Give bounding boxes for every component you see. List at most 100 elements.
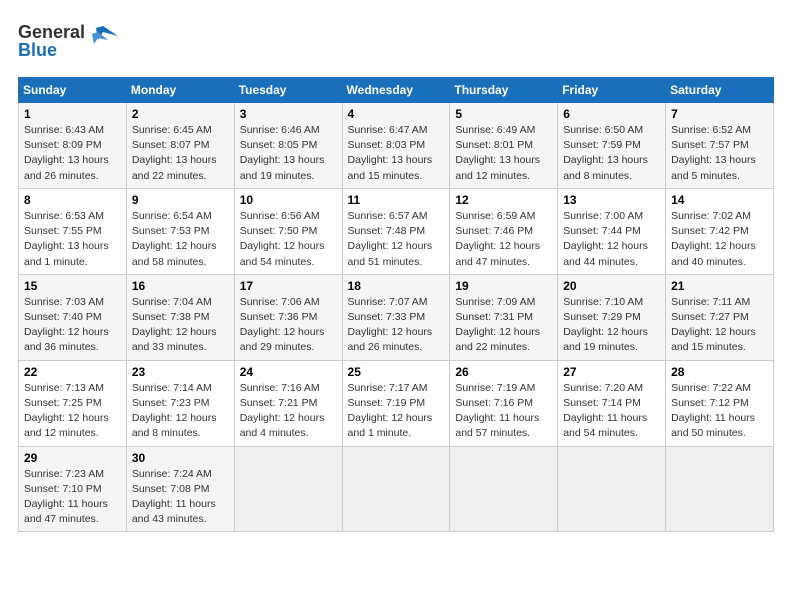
- day-info: Sunrise: 7:07 AM Sunset: 7:33 PM Dayligh…: [348, 295, 445, 356]
- logo-svg: General Blue: [18, 18, 128, 62]
- col-header-friday: Friday: [558, 78, 666, 103]
- day-cell: 27 Sunrise: 7:20 AM Sunset: 7:14 PM Dayli…: [558, 360, 666, 446]
- day-number: 2: [132, 107, 229, 121]
- day-cell: 30 Sunrise: 7:24 AM Sunset: 7:08 PM Dayli…: [126, 446, 234, 532]
- day-number: 22: [24, 365, 121, 379]
- day-number: 8: [24, 193, 121, 207]
- logo: General Blue: [18, 18, 128, 67]
- day-cell: 26 Sunrise: 7:19 AM Sunset: 7:16 PM Dayli…: [450, 360, 558, 446]
- day-info: Sunrise: 6:57 AM Sunset: 7:48 PM Dayligh…: [348, 209, 445, 270]
- day-cell: 24 Sunrise: 7:16 AM Sunset: 7:21 PM Dayli…: [234, 360, 342, 446]
- calendar-table: SundayMondayTuesdayWednesdayThursdayFrid…: [18, 77, 774, 532]
- day-number: 10: [240, 193, 337, 207]
- day-number: 24: [240, 365, 337, 379]
- day-cell: [342, 446, 450, 532]
- day-info: Sunrise: 7:22 AM Sunset: 7:12 PM Dayligh…: [671, 381, 768, 442]
- day-info: Sunrise: 6:59 AM Sunset: 7:46 PM Dayligh…: [455, 209, 552, 270]
- col-header-thursday: Thursday: [450, 78, 558, 103]
- day-cell: 14 Sunrise: 7:02 AM Sunset: 7:42 PM Dayli…: [666, 188, 774, 274]
- week-row-1: 1 Sunrise: 6:43 AM Sunset: 8:09 PM Daylig…: [19, 103, 774, 189]
- day-cell: 18 Sunrise: 7:07 AM Sunset: 7:33 PM Dayli…: [342, 274, 450, 360]
- day-number: 16: [132, 279, 229, 293]
- day-info: Sunrise: 6:52 AM Sunset: 7:57 PM Dayligh…: [671, 123, 768, 184]
- day-cell: 7Sunrise: 6:52 AM Sunset: 7:57 PM Daylig…: [666, 103, 774, 189]
- day-number: 27: [563, 365, 660, 379]
- day-number: 11: [348, 193, 445, 207]
- day-info: Sunrise: 7:10 AM Sunset: 7:29 PM Dayligh…: [563, 295, 660, 356]
- week-row-4: 22 Sunrise: 7:13 AM Sunset: 7:25 PM Dayli…: [19, 360, 774, 446]
- day-info: Sunrise: 7:04 AM Sunset: 7:38 PM Dayligh…: [132, 295, 229, 356]
- day-number: 3: [240, 107, 337, 121]
- day-info: Sunrise: 7:16 AM Sunset: 7:21 PM Dayligh…: [240, 381, 337, 442]
- day-cell-1: 1 Sunrise: 6:43 AM Sunset: 8:09 PM Daylig…: [19, 103, 127, 189]
- day-info: Sunrise: 7:20 AM Sunset: 7:14 PM Dayligh…: [563, 381, 660, 442]
- day-cell: 25Sunrise: 7:17 AM Sunset: 7:19 PM Dayli…: [342, 360, 450, 446]
- day-cell: 23Sunrise: 7:14 AM Sunset: 7:23 PM Dayli…: [126, 360, 234, 446]
- day-number: 21: [671, 279, 768, 293]
- day-number: 4: [348, 107, 445, 121]
- day-number: 18: [348, 279, 445, 293]
- day-info: Sunrise: 7:17 AM Sunset: 7:19 PM Dayligh…: [348, 381, 445, 442]
- day-number: 6: [563, 107, 660, 121]
- day-cell: 8 Sunrise: 6:53 AM Sunset: 7:55 PM Daylig…: [19, 188, 127, 274]
- day-number: 17: [240, 279, 337, 293]
- day-info: Sunrise: 6:47 AM Sunset: 8:03 PM Dayligh…: [348, 123, 445, 184]
- day-number: 20: [563, 279, 660, 293]
- day-info: Sunrise: 7:14 AM Sunset: 7:23 PM Dayligh…: [132, 381, 229, 442]
- day-cell: [450, 446, 558, 532]
- day-info: Sunrise: 7:23 AM Sunset: 7:10 PM Dayligh…: [24, 467, 121, 528]
- week-row-3: 15Sunrise: 7:03 AM Sunset: 7:40 PM Dayli…: [19, 274, 774, 360]
- day-cell: 5Sunrise: 6:49 AM Sunset: 8:01 PM Daylig…: [450, 103, 558, 189]
- day-cell: 22 Sunrise: 7:13 AM Sunset: 7:25 PM Dayli…: [19, 360, 127, 446]
- day-info: Sunrise: 6:46 AM Sunset: 8:05 PM Dayligh…: [240, 123, 337, 184]
- day-number: 30: [132, 451, 229, 465]
- day-cell: 17 Sunrise: 7:06 AM Sunset: 7:36 PM Dayli…: [234, 274, 342, 360]
- day-cell: 4 Sunrise: 6:47 AM Sunset: 8:03 PM Daylig…: [342, 103, 450, 189]
- day-info: Sunrise: 7:11 AM Sunset: 7:27 PM Dayligh…: [671, 295, 768, 356]
- day-cell: 15Sunrise: 7:03 AM Sunset: 7:40 PM Dayli…: [19, 274, 127, 360]
- day-info: Sunrise: 7:00 AM Sunset: 7:44 PM Dayligh…: [563, 209, 660, 270]
- day-number: 28: [671, 365, 768, 379]
- header: General Blue: [18, 18, 774, 67]
- day-cell: 10Sunrise: 6:56 AM Sunset: 7:50 PM Dayli…: [234, 188, 342, 274]
- svg-text:Blue: Blue: [18, 40, 57, 60]
- day-cell: 28 Sunrise: 7:22 AM Sunset: 7:12 PM Dayli…: [666, 360, 774, 446]
- day-info: Sunrise: 7:03 AM Sunset: 7:40 PM Dayligh…: [24, 295, 121, 356]
- day-number: 13: [563, 193, 660, 207]
- day-cell: 16 Sunrise: 7:04 AM Sunset: 7:38 PM Dayli…: [126, 274, 234, 360]
- week-row-2: 8 Sunrise: 6:53 AM Sunset: 7:55 PM Daylig…: [19, 188, 774, 274]
- svg-text:General: General: [18, 22, 85, 42]
- day-cell: 20 Sunrise: 7:10 AM Sunset: 7:29 PM Dayli…: [558, 274, 666, 360]
- day-info: Sunrise: 7:13 AM Sunset: 7:25 PM Dayligh…: [24, 381, 121, 442]
- day-cell: 3 Sunrise: 6:46 AM Sunset: 8:05 PM Daylig…: [234, 103, 342, 189]
- day-cell: [234, 446, 342, 532]
- day-info: Sunrise: 6:45 AM Sunset: 8:07 PM Dayligh…: [132, 123, 229, 184]
- day-number: 26: [455, 365, 552, 379]
- day-info: Sunrise: 7:24 AM Sunset: 7:08 PM Dayligh…: [132, 467, 229, 528]
- col-header-wednesday: Wednesday: [342, 78, 450, 103]
- day-info: Sunrise: 6:53 AM Sunset: 7:55 PM Dayligh…: [24, 209, 121, 270]
- day-info: Sunrise: 6:54 AM Sunset: 7:53 PM Dayligh…: [132, 209, 229, 270]
- day-info: Sunrise: 6:43 AM Sunset: 8:09 PM Dayligh…: [24, 123, 121, 184]
- col-header-tuesday: Tuesday: [234, 78, 342, 103]
- day-number: 19: [455, 279, 552, 293]
- logo-text-block: General Blue: [18, 18, 128, 67]
- col-header-monday: Monday: [126, 78, 234, 103]
- day-info: Sunrise: 7:19 AM Sunset: 7:16 PM Dayligh…: [455, 381, 552, 442]
- day-number: 1: [24, 107, 121, 121]
- day-info: Sunrise: 6:49 AM Sunset: 8:01 PM Dayligh…: [455, 123, 552, 184]
- day-cell: 9 Sunrise: 6:54 AM Sunset: 7:53 PM Daylig…: [126, 188, 234, 274]
- day-info: Sunrise: 6:50 AM Sunset: 7:59 PM Dayligh…: [563, 123, 660, 184]
- day-number: 14: [671, 193, 768, 207]
- col-header-sunday: Sunday: [19, 78, 127, 103]
- day-cell: 6 Sunrise: 6:50 AM Sunset: 7:59 PM Daylig…: [558, 103, 666, 189]
- day-info: Sunrise: 7:02 AM Sunset: 7:42 PM Dayligh…: [671, 209, 768, 270]
- day-cell: 21 Sunrise: 7:11 AM Sunset: 7:27 PM Dayli…: [666, 274, 774, 360]
- week-row-5: 29Sunrise: 7:23 AM Sunset: 7:10 PM Dayli…: [19, 446, 774, 532]
- col-header-saturday: Saturday: [666, 78, 774, 103]
- day-info: Sunrise: 7:06 AM Sunset: 7:36 PM Dayligh…: [240, 295, 337, 356]
- day-number: 9: [132, 193, 229, 207]
- calendar-header-row: SundayMondayTuesdayWednesdayThursdayFrid…: [19, 78, 774, 103]
- day-number: 12: [455, 193, 552, 207]
- day-cell: 2 Sunrise: 6:45 AM Sunset: 8:07 PM Daylig…: [126, 103, 234, 189]
